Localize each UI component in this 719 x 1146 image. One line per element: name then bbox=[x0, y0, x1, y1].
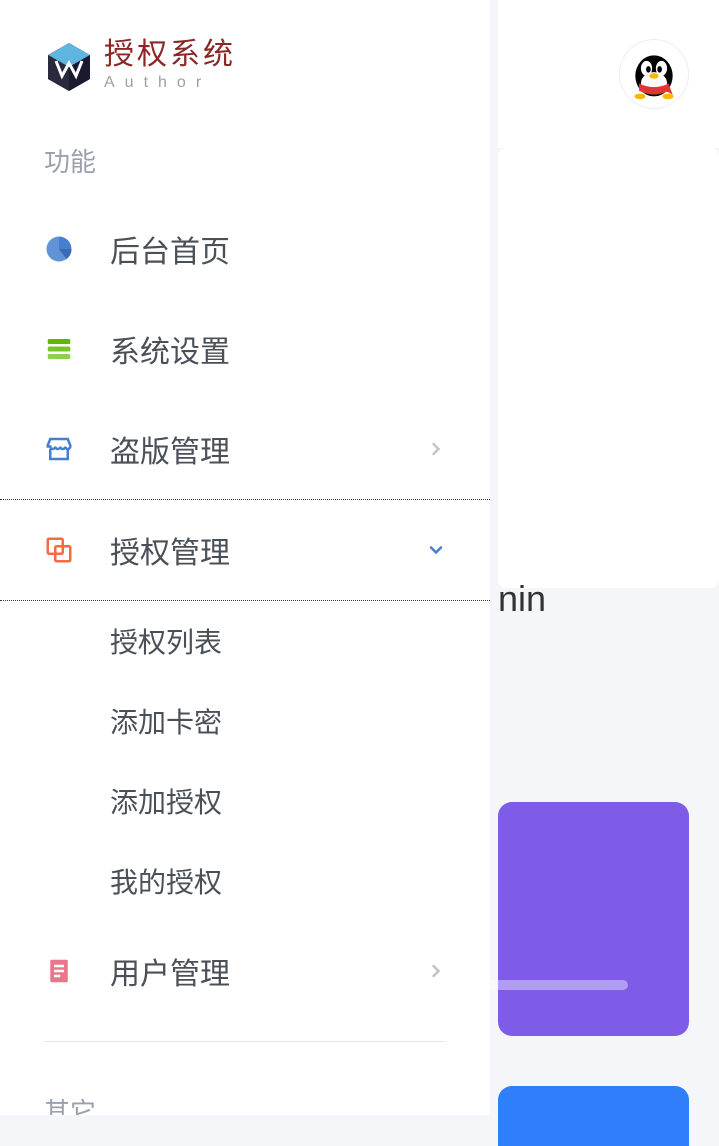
submenu-my-auth[interactable]: 我的授权 bbox=[110, 841, 490, 921]
copy-icon bbox=[44, 535, 74, 565]
submenu-add-card[interactable]: 添加卡密 bbox=[110, 681, 490, 761]
nav-auth[interactable]: 授权管理 bbox=[0, 499, 490, 601]
stat-card-purple bbox=[498, 802, 689, 1036]
nav-dashboard-label: 后台首页 bbox=[110, 227, 446, 271]
nav-settings-label: 系统设置 bbox=[110, 327, 446, 371]
nav-auth-label: 授权管理 bbox=[110, 528, 426, 572]
submenu-auth-list[interactable]: 授权列表 bbox=[110, 601, 490, 681]
header-bar bbox=[498, 0, 719, 148]
partial-text: nin bbox=[498, 578, 546, 620]
logo-subtitle: Author bbox=[104, 74, 236, 92]
divider bbox=[44, 1041, 446, 1042]
nav-auth-submenu: 授权列表 添加卡密 添加授权 我的授权 bbox=[0, 601, 490, 921]
pie-chart-icon bbox=[44, 234, 74, 264]
chevron-down-icon bbox=[426, 540, 446, 560]
nav-piracy[interactable]: 盗版管理 bbox=[0, 399, 490, 499]
nav-users[interactable]: 用户管理 bbox=[0, 921, 490, 1021]
layers-icon bbox=[44, 334, 74, 364]
logo-title: 授权系统 bbox=[104, 40, 236, 70]
nav-dashboard[interactable]: 后台首页 bbox=[0, 199, 490, 299]
progress-bar bbox=[398, 980, 628, 990]
document-icon bbox=[44, 956, 74, 986]
chevron-right-icon bbox=[426, 961, 446, 981]
store-icon bbox=[44, 434, 74, 464]
submenu-add-auth[interactable]: 添加授权 bbox=[110, 761, 490, 841]
nav-settings[interactable]: 系统设置 bbox=[0, 299, 490, 399]
logo-text: 授权系统 Author bbox=[104, 40, 236, 92]
section-functions: 功能 bbox=[0, 112, 490, 199]
avatar[interactable] bbox=[619, 39, 689, 109]
nav-users-label: 用户管理 bbox=[110, 949, 426, 993]
content-card: nin bbox=[498, 148, 719, 588]
logo-icon bbox=[44, 41, 94, 91]
chevron-right-icon bbox=[426, 439, 446, 459]
section-other: 其它 bbox=[0, 1062, 490, 1115]
stat-card-blue bbox=[498, 1086, 689, 1146]
nav-piracy-label: 盗版管理 bbox=[110, 427, 426, 471]
logo[interactable]: 授权系统 Author bbox=[0, 0, 490, 112]
main-area: nin bbox=[498, 0, 719, 1115]
sidebar: 授权系统 Author 功能 后台首页 系统设置 bbox=[0, 0, 490, 1115]
